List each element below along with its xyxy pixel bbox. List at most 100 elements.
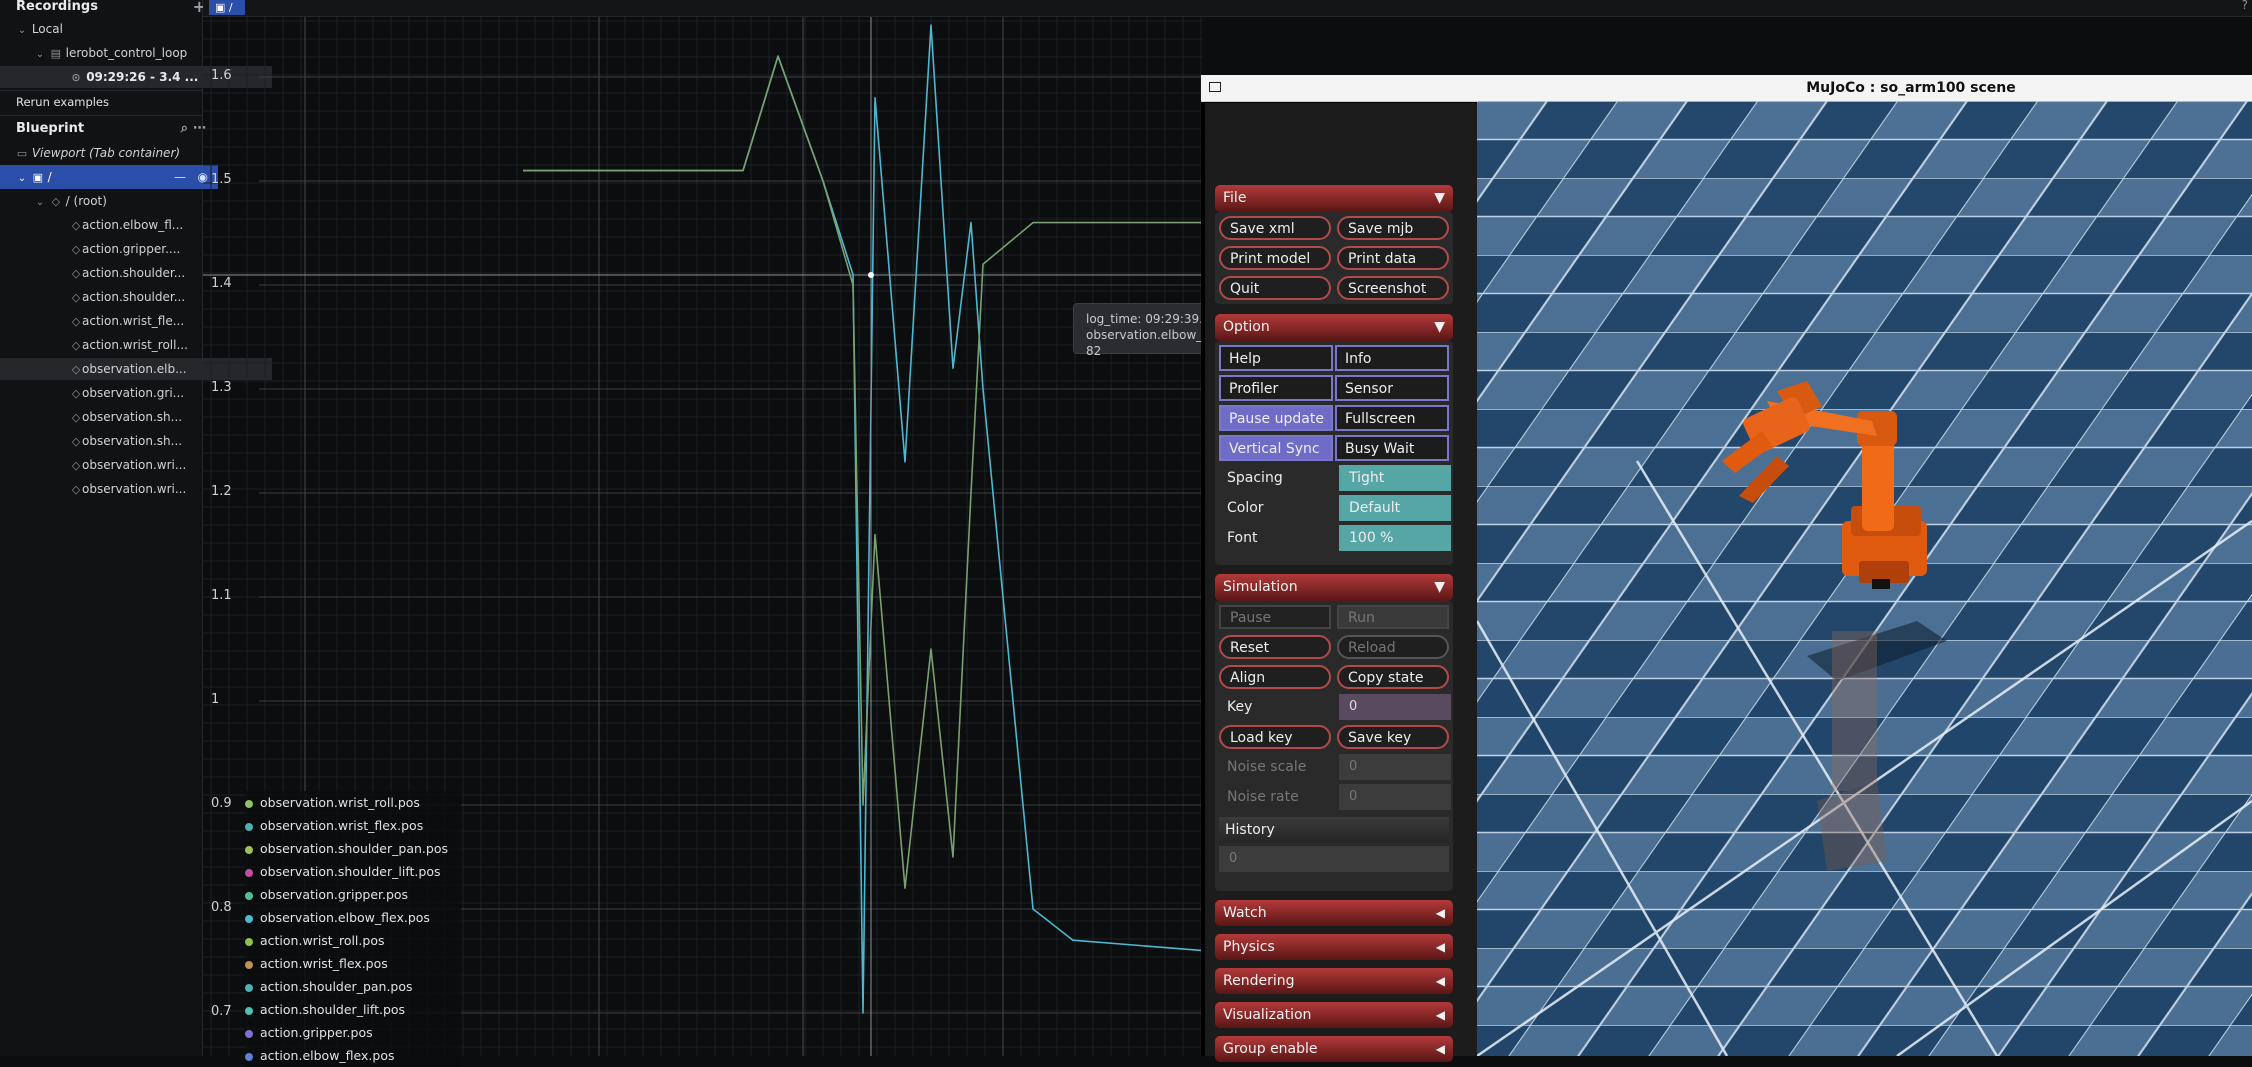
help-toggle[interactable]: Help <box>1219 345 1333 371</box>
chevron-down-icon[interactable]: ⌄ <box>16 20 28 40</box>
mujoco-ui-panel: File ▼ Save xml Save mjb Print model Pri… <box>1205 103 1481 1062</box>
blueprint-header-label: Blueprint <box>16 121 85 136</box>
legend-color-dot <box>245 914 253 923</box>
timeseries-plot[interactable]: 1.6 1.5 1.4 1.3 1.2 1.1 1 0.9 0.8 0.7 log_time: 0… <box>203 17 1395 1067</box>
entity-label: observation.elb... <box>82 362 187 376</box>
triangle-left-icon: ◀ <box>1435 906 1445 920</box>
font-label: Font <box>1227 530 1258 546</box>
spacing-select[interactable]: Tight <box>1339 465 1451 491</box>
tab-root-view[interactable]: ▣ / <box>209 0 245 15</box>
entity-label: observation.gri... <box>82 386 185 400</box>
mujoco-title: MuJoCo : so_arm100 scene <box>1806 80 2016 96</box>
legend-item[interactable]: action.wrist_roll.pos <box>245 929 461 952</box>
legend-color-dot <box>245 1006 253 1015</box>
history-header: History <box>1219 817 1449 843</box>
legend-label: observation.shoulder_pan.pos <box>260 841 448 856</box>
key-field[interactable]: 0 <box>1339 694 1451 720</box>
legend-item[interactable]: action.wrist_flex.pos <box>245 952 461 975</box>
legend-color-dot <box>245 960 253 969</box>
vertical-sync-toggle[interactable]: Vertical Sync <box>1219 435 1333 461</box>
legend-item[interactable]: observation.shoulder_pan.pos <box>245 837 461 860</box>
color-select[interactable]: Default <box>1339 495 1451 521</box>
entity-icon: ◇ <box>71 339 81 352</box>
rerun-examples-link[interactable]: Rerun examples <box>0 91 218 113</box>
section-file[interactable]: File ▼ <box>1215 185 1453 212</box>
profiler-toggle[interactable]: Profiler <box>1219 375 1333 401</box>
chevron-down-icon[interactable]: ⌄ <box>34 44 46 64</box>
entity-icon: ◇ <box>71 267 81 280</box>
screenshot-button[interactable]: Screenshot <box>1337 276 1449 300</box>
mujoco-3d-viewport[interactable] <box>1477 101 2252 1056</box>
help-icon[interactable]: ? <box>2242 0 2248 12</box>
sensor-toggle[interactable]: Sensor <box>1335 375 1449 401</box>
search-icon[interactable]: ⌕ <box>181 118 188 140</box>
noise-rate-field[interactable]: 0 <box>1339 784 1451 810</box>
left-panel: Recordings + ⌄ Local ⌄ ▤ lerobot_control… <box>0 0 272 1056</box>
entity-icon: ◇ <box>71 315 81 328</box>
legend-label: observation.shoulder_lift.pos <box>260 864 441 879</box>
legend-label: action.gripper.pos <box>260 1025 373 1040</box>
y-tick-label: 0.8 <box>211 900 232 915</box>
quit-button[interactable]: Quit <box>1219 276 1331 300</box>
legend-item[interactable]: action.shoulder_pan.pos <box>245 975 461 998</box>
legend-item[interactable]: action.gripper.pos <box>245 1021 461 1044</box>
busy-wait-toggle[interactable]: Busy Wait <box>1335 435 1449 461</box>
print-model-button[interactable]: Print model <box>1219 246 1331 270</box>
y-tick-label: 0.7 <box>211 1004 232 1019</box>
hover-point <box>868 272 874 278</box>
font-select[interactable]: 100 % <box>1339 525 1451 551</box>
legend-item[interactable]: observation.wrist_flex.pos <box>245 814 461 837</box>
save-key-button[interactable]: Save key <box>1337 725 1449 749</box>
section-rendering[interactable]: Rendering ◀ <box>1215 968 1453 994</box>
legend-color-dot <box>245 891 253 900</box>
save-mjb-button[interactable]: Save mjb <box>1337 216 1449 240</box>
view-item-root[interactable]: ⌄ ▣ / — ◉ <box>0 165 218 189</box>
app-item[interactable]: ⌄ ▤ lerobot_control_loop <box>0 42 236 64</box>
scene-canvas[interactable] <box>1477 101 2252 1056</box>
pause-update-toggle[interactable]: Pause update <box>1219 405 1333 431</box>
align-button[interactable]: Align <box>1219 665 1331 689</box>
fullscreen-toggle[interactable]: Fullscreen <box>1335 405 1449 431</box>
minus-icon[interactable]: — <box>174 165 186 189</box>
save-xml-button[interactable]: Save xml <box>1219 216 1331 240</box>
chevron-down-icon[interactable]: ⌄ <box>16 167 28 189</box>
reset-button[interactable]: Reset <box>1219 635 1331 659</box>
viewport-label: Viewport (Tab container) <box>31 146 181 160</box>
pause-button[interactable]: Pause <box>1219 605 1331 629</box>
section-watch[interactable]: Watch ◀ <box>1215 900 1453 926</box>
noise-scale-field[interactable]: 0 <box>1339 754 1451 780</box>
entity-icon: ◇ <box>71 435 81 448</box>
plot-legend: observation.wrist_roll.pos observation.wr… <box>245 791 461 1067</box>
entity-label: action.gripper.... <box>82 242 181 256</box>
legend-item[interactable]: action.shoulder_lift.pos <box>245 998 461 1021</box>
y-tick-label: 1.3 <box>211 380 232 395</box>
root-item[interactable]: ⌄ ◇ / (root) <box>0 190 236 212</box>
legend-item[interactable]: observation.shoulder_lift.pos <box>245 860 461 883</box>
section-option[interactable]: Option ▼ <box>1215 314 1453 341</box>
section-physics[interactable]: Physics ◀ <box>1215 934 1453 960</box>
copy-state-button[interactable]: Copy state <box>1337 665 1449 689</box>
info-toggle[interactable]: Info <box>1335 345 1449 371</box>
local-group[interactable]: ⌄ Local <box>0 18 218 40</box>
section-group-enable[interactable]: Group enable ◀ <box>1215 1036 1453 1062</box>
section-simulation[interactable]: Simulation ▼ <box>1215 574 1453 601</box>
section-file-label: File <box>1223 190 1247 206</box>
mujoco-titlebar[interactable]: MuJoCo : so_arm100 scene <box>1201 75 2252 102</box>
legend-item[interactable]: observation.elbow_flex.pos <box>245 906 461 929</box>
legend-label: action.wrist_flex.pos <box>260 956 388 971</box>
legend-item[interactable]: observation.gripper.pos <box>245 883 461 906</box>
section-visualization[interactable]: Visualization ◀ <box>1215 1002 1453 1028</box>
load-key-button[interactable]: Load key <box>1219 725 1331 749</box>
print-data-button[interactable]: Print data <box>1337 246 1449 270</box>
reload-button[interactable]: Reload <box>1337 635 1449 659</box>
option-section-body: Help Info Profiler Sensor Pause update F… <box>1215 341 1453 565</box>
y-tick-label: 1.1 <box>211 588 232 603</box>
chevron-down-icon[interactable]: ⌄ <box>34 192 46 212</box>
recording-icon: ⊙ <box>71 71 81 84</box>
history-slider[interactable]: 0 <box>1219 846 1449 872</box>
run-button[interactable]: Run <box>1337 605 1449 629</box>
viewport-item[interactable]: ▭ Viewport (Tab container) <box>0 142 218 164</box>
legend-item[interactable]: observation.wrist_roll.pos <box>245 791 461 814</box>
entity-label: action.elbow_fl... <box>82 218 184 232</box>
y-tick-label: 0.9 <box>211 796 232 811</box>
